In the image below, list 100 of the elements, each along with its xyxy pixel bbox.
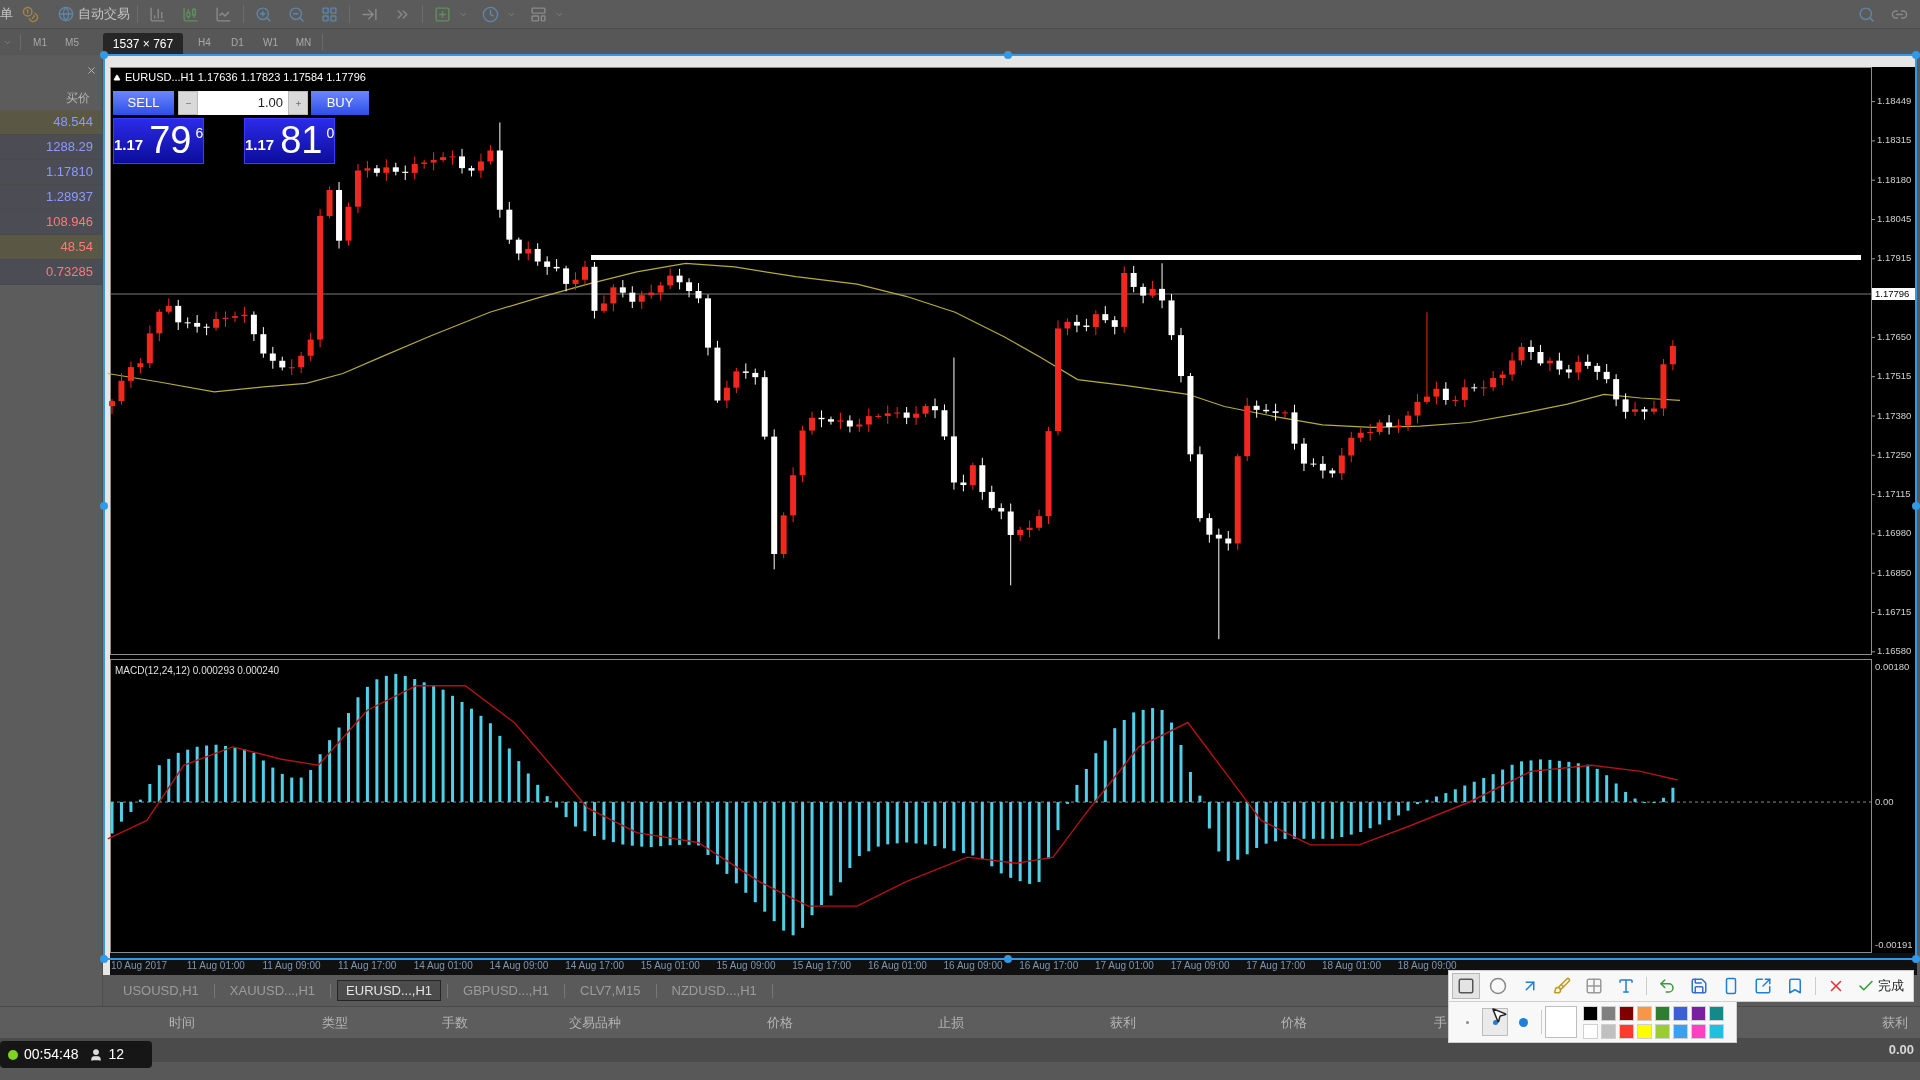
resize-handle[interactable]: [100, 502, 108, 510]
column-header[interactable]: 手: [1433, 1012, 1447, 1033]
time-label: 11 Aug 17:00: [338, 960, 398, 971]
globe-icon: [58, 6, 74, 22]
time-label: 15 Aug 01:00: [640, 960, 701, 971]
swatch-icon[interactable]: [1583, 1005, 1598, 1021]
buy-button[interactable]: BUY: [311, 91, 369, 115]
price-label: 1.17115: [1877, 488, 1911, 500]
zoom-out-icon: [288, 5, 305, 23]
column-header: 买价: [66, 89, 90, 107]
price-label: 1.17380: [1877, 409, 1912, 421]
chart-tab[interactable]: GBPUSD...,H1: [454, 980, 559, 1001]
column-header[interactable]: 时间: [169, 1012, 195, 1033]
swatch-icon[interactable]: [1655, 1023, 1670, 1039]
column-header[interactable]: 类型: [322, 1012, 348, 1033]
auto-trading-button[interactable]: 自动交易: [54, 2, 134, 26]
swatch-icon[interactable]: [1691, 1005, 1706, 1021]
decrement-button[interactable]: [178, 91, 198, 115]
timeframe-button[interactable]: M5: [56, 31, 88, 53]
swatch-icon[interactable]: [1601, 1005, 1616, 1021]
current-color-icon[interactable]: [1545, 1006, 1577, 1038]
quote-row[interactable]: 0.73285: [0, 260, 102, 285]
price-label: 1.17250: [1877, 448, 1912, 460]
time-label: 10 Aug 2017: [111, 960, 169, 971]
timeframe-button[interactable]: W1: [254, 31, 287, 53]
sell-button[interactable]: SELL: [113, 91, 174, 115]
lot-field[interactable]: 1.00: [198, 91, 288, 115]
resize-handle[interactable]: [1912, 502, 1920, 510]
quote-row[interactable]: 48.54: [0, 235, 102, 260]
bookmark-icon: [1786, 977, 1804, 995]
column-header[interactable]: 价格: [767, 1012, 793, 1033]
quote-row[interactable]: 108.946: [0, 210, 102, 235]
timeframe-button[interactable]: MN: [287, 31, 320, 53]
resize-handle[interactable]: [1912, 51, 1920, 59]
swatch-icon[interactable]: [1583, 1023, 1598, 1039]
toolbar-label[interactable]: 单: [0, 4, 14, 24]
swatch-icon[interactable]: [1709, 1005, 1724, 1021]
price-label: 1.16980: [1877, 527, 1912, 539]
swatch-icon[interactable]: [1637, 1005, 1652, 1021]
swatch-icon[interactable]: [1673, 1023, 1688, 1039]
resize-handle[interactable]: [100, 955, 108, 963]
chart-tab[interactable]: XAUUSD...,H1: [220, 980, 325, 1001]
triangle-icon[interactable]: [113, 73, 121, 81]
swatch-icon[interactable]: [1655, 1005, 1670, 1021]
plus-square-icon: [434, 5, 451, 23]
swatch-icon[interactable]: [1673, 1005, 1688, 1021]
swatch-icon[interactable]: [1691, 1023, 1706, 1039]
quote-row[interactable]: 1288.29: [0, 135, 102, 160]
share-icon: [1754, 977, 1772, 995]
save-icon: [1690, 977, 1708, 995]
price-label: 1.16715: [1877, 606, 1912, 617]
done-button[interactable]: 完成: [1854, 973, 1907, 999]
price-label: 1.18045: [1877, 213, 1912, 224]
bid-price: 108.946: [46, 213, 93, 232]
quote-row[interactable]: 48.544: [0, 110, 102, 135]
chart-info: EURUSD...H1 1.17636 1.17823 1.17584 1.17796: [125, 69, 366, 85]
bid-price: 1288.29: [46, 138, 93, 157]
indicator-label: MACD(12,24,12) 0.000293 0.000240: [115, 664, 279, 676]
chart-tab[interactable]: NZDUSD...,H1: [662, 980, 766, 1001]
zoom-in-icon: [255, 5, 272, 23]
ellipse-icon: [1489, 977, 1507, 995]
swatch-icon[interactable]: [1601, 1023, 1616, 1039]
column-header[interactable]: 获利: [1110, 1012, 1136, 1033]
current-price-label: 1.17796: [1872, 288, 1916, 300]
draw-tool-button[interactable]: [1452, 973, 1480, 999]
chart-tab[interactable]: EURUSD...,H1: [337, 980, 442, 1001]
price-label: 1.18180: [1877, 173, 1912, 185]
time-label: 11 Aug 01:00: [186, 960, 246, 971]
search-icon: [1858, 5, 1875, 23]
elapsed-time: 00:54:48: [24, 1045, 79, 1064]
chart-tab[interactable]: USOUSD,H1: [114, 980, 208, 1001]
column-header[interactable]: 价格: [1281, 1012, 1307, 1033]
time-label: 17 Aug 09:00: [1170, 960, 1231, 971]
column-header[interactable]: 获利: [1882, 1012, 1908, 1033]
timeframe-button[interactable]: D1: [221, 31, 254, 53]
column-header[interactable]: 止损: [938, 1012, 964, 1033]
resize-handle[interactable]: [1004, 51, 1012, 59]
timeframe-button[interactable]: M1: [24, 31, 56, 53]
price-label: 1.18449: [1877, 95, 1912, 107]
grid-icon: [1585, 977, 1603, 995]
bid-price: 48.54: [60, 238, 93, 257]
quote-row[interactable]: 1.17810: [0, 160, 102, 185]
increment-button[interactable]: [288, 91, 308, 115]
resize-handle[interactable]: [100, 51, 108, 59]
column-header[interactable]: 手数: [442, 1012, 468, 1033]
swatch-icon[interactable]: [1619, 1023, 1634, 1039]
close-button[interactable]: [85, 64, 97, 76]
bid-price: 1.28937: [46, 188, 93, 207]
resize-handle[interactable]: [1004, 955, 1012, 963]
time-label: 11 Aug 09:00: [262, 960, 322, 971]
swatch-icon[interactable]: [1709, 1023, 1724, 1039]
timeframe-button[interactable]: H4: [188, 31, 221, 53]
resize-handle[interactable]: [1912, 955, 1920, 963]
chart-tab[interactable]: CLV7,M15: [571, 980, 650, 1001]
column-header[interactable]: 交易品种: [569, 1012, 621, 1033]
quote-row[interactable]: 1.28937: [0, 185, 102, 210]
cursor-icon: [1490, 1005, 1508, 1025]
swatch-icon[interactable]: [1619, 1005, 1634, 1021]
swatch-icon[interactable]: [1637, 1023, 1652, 1039]
clock-icon: [482, 5, 499, 23]
